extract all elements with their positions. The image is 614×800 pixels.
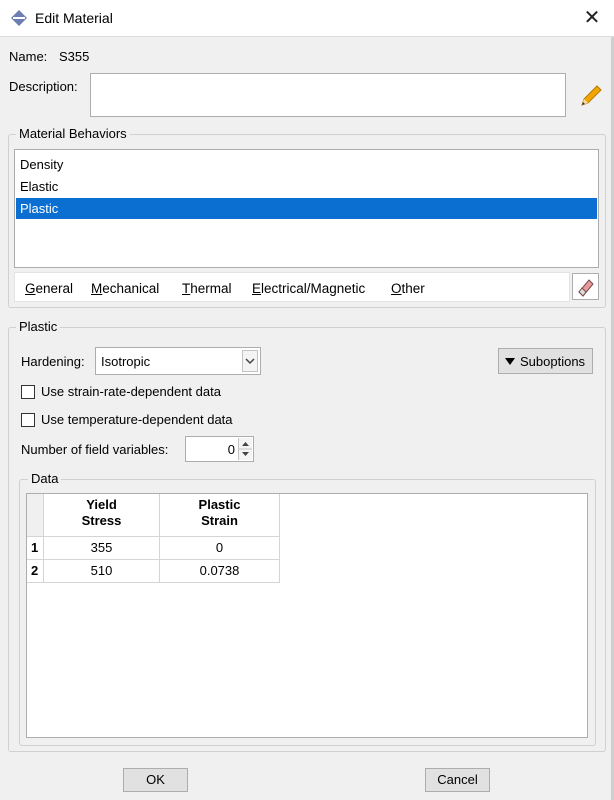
behavior-item-elastic[interactable]: Elastic (16, 176, 597, 197)
description-field[interactable] (90, 73, 566, 117)
table-cell[interactable]: 0.0738 (160, 560, 280, 583)
field-variables-spinner[interactable]: 0 (185, 436, 254, 462)
cancel-button[interactable]: Cancel (425, 768, 490, 792)
description-label: Description: (9, 79, 78, 94)
menu-general[interactable]: General (25, 281, 73, 296)
material-name-value: S355 (59, 49, 90, 64)
strain-rate-checkbox[interactable] (21, 385, 35, 399)
title-bar[interactable]: Edit Material ✕ (0, 0, 614, 37)
suboptions-label: Suboptions (520, 354, 586, 369)
strain-rate-label: Use strain-rate-dependent data (41, 384, 221, 399)
table-corner (27, 494, 44, 537)
triangle-down-icon (505, 358, 515, 365)
row-header[interactable]: 2 (27, 560, 44, 583)
table-cell[interactable]: 355 (44, 537, 160, 560)
material-behaviors-title: Material Behaviors (16, 126, 130, 141)
temperature-label: Use temperature-dependent data (41, 412, 233, 427)
app-diamond-icon (11, 10, 27, 26)
data-table[interactable]: Yield Stress Plastic Strain 1 355 0 2 51… (26, 493, 588, 738)
menu-other[interactable]: Other (391, 281, 425, 296)
delete-behavior-button[interactable] (572, 273, 599, 300)
field-variables-value: 0 (227, 442, 235, 457)
behavior-item-density[interactable]: Density (16, 154, 597, 175)
menu-thermal[interactable]: Thermal (182, 281, 232, 296)
chevron-down-icon[interactable] (242, 350, 258, 372)
behavior-menu-bar: General Mechanical Thermal Electrical/Ma… (14, 272, 570, 302)
table-cell[interactable]: 0 (160, 537, 280, 560)
field-variables-label: Number of field variables: (21, 442, 169, 457)
pencil-icon[interactable] (578, 83, 602, 109)
hardening-select[interactable]: Isotropic (95, 347, 261, 375)
close-icon[interactable]: ✕ (580, 6, 604, 30)
row-header[interactable]: 1 (27, 537, 44, 560)
window-title: Edit Material (35, 10, 113, 26)
eraser-icon (578, 279, 594, 297)
column-header-yield-stress[interactable]: Yield Stress (44, 494, 160, 537)
temperature-checkbox[interactable] (21, 413, 35, 427)
menu-mechanical[interactable]: Mechanical (91, 281, 159, 296)
behavior-item-plastic[interactable]: Plastic (16, 198, 597, 219)
hardening-value: Isotropic (101, 354, 151, 369)
column-header-line: Yield (86, 497, 117, 512)
spinner-arrows-icon[interactable] (238, 438, 252, 460)
table-cell[interactable]: 510 (44, 560, 160, 583)
column-header-line: Stress (81, 513, 122, 528)
column-header-plastic-strain[interactable]: Plastic Strain (160, 494, 280, 537)
ok-button[interactable]: OK (123, 768, 188, 792)
data-group-title: Data (28, 471, 62, 486)
column-header-line: Plastic (198, 497, 241, 512)
column-header-line: Strain (201, 513, 238, 528)
name-label: Name: (9, 49, 48, 64)
suboptions-button[interactable]: Suboptions (498, 348, 593, 374)
menu-electrical-magnetic[interactable]: Electrical/Magnetic (252, 281, 365, 296)
plastic-group-title: Plastic (16, 319, 61, 334)
behaviors-list[interactable]: Density Elastic Plastic (14, 149, 599, 268)
hardening-label: Hardening: (21, 354, 85, 369)
